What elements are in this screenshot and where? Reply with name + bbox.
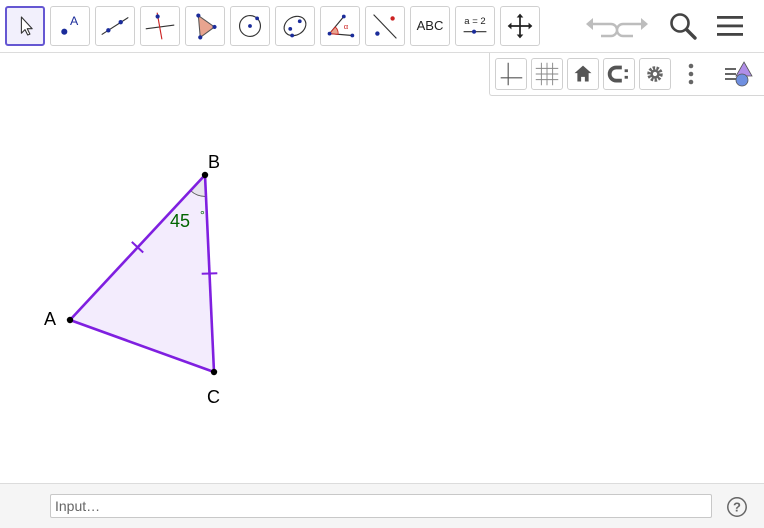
graphics-settings-button[interactable]	[639, 58, 671, 90]
undo-icon	[586, 18, 619, 38]
undo-button[interactable]	[581, 8, 619, 44]
toolbar: A α ABC a = 2	[0, 0, 764, 52]
construction-canvas[interactable]: A B C 45 °	[0, 53, 764, 483]
show-grid-button[interactable]	[531, 58, 563, 90]
standard-view-button[interactable]	[567, 58, 599, 90]
input-help-button[interactable]: ?	[726, 496, 748, 518]
menu-button[interactable]	[712, 8, 748, 44]
slider-tool-label: a = 2	[464, 16, 485, 27]
move-view-tool-button[interactable]	[500, 6, 540, 46]
svg-text:α: α	[344, 22, 349, 31]
segment-bc-tick	[201, 272, 218, 275]
redo-button[interactable]	[615, 8, 653, 44]
slider-icon: a = 2	[463, 16, 487, 34]
point-c-label: C	[207, 387, 220, 407]
point-b-label: B	[208, 152, 220, 172]
move-tool-button[interactable]	[5, 6, 45, 46]
search-button[interactable]	[665, 8, 701, 44]
polygon-tool-button[interactable]	[185, 6, 225, 46]
angle-unit-label: °	[200, 208, 205, 222]
arrow-cursor-icon	[20, 16, 33, 36]
point-b[interactable]	[201, 171, 209, 179]
axes-icon	[500, 62, 523, 86]
toggle-style-bar-button[interactable]	[722, 58, 760, 90]
more-options-button[interactable]	[675, 58, 707, 90]
triangle-fill[interactable]	[70, 175, 214, 372]
perpendicular-tool-button[interactable]	[140, 6, 180, 46]
line-tool-button[interactable]	[95, 6, 135, 46]
move-graphics-view-icon	[507, 13, 533, 39]
reflect-tool-button[interactable]	[365, 6, 405, 46]
point-a-label: A	[44, 309, 56, 329]
angle-value-label: 45	[170, 211, 190, 231]
redo-icon	[615, 18, 648, 38]
point-tool-label: A	[70, 14, 79, 28]
home-icon	[574, 65, 592, 82]
text-icon: ABC	[416, 18, 444, 33]
conic-tool-button[interactable]	[275, 6, 315, 46]
search-icon	[670, 13, 697, 40]
algebra-input-bar: ?	[0, 483, 764, 528]
point-capturing-button[interactable]	[603, 58, 635, 90]
point-tool-button[interactable]: A	[50, 6, 90, 46]
graphics-view[interactable]: A B C 45 °	[0, 53, 764, 483]
angle-icon: α	[327, 14, 355, 38]
menu-icon	[717, 16, 743, 36]
slider-tool-button[interactable]: a = 2	[455, 6, 495, 46]
more-vertical-icon	[688, 63, 694, 85]
toggle-stylebar-icon	[725, 61, 753, 87]
point-capturing-icon	[607, 65, 628, 83]
geogebra-app: A α ABC a = 2 A B C 45 ° Input… ?	[0, 0, 764, 528]
svg-text:?: ?	[733, 500, 741, 515]
show-axes-button[interactable]	[495, 58, 527, 90]
ellipse-icon	[283, 15, 307, 38]
graphics-style-bar	[489, 53, 764, 96]
point-icon: A	[61, 14, 79, 35]
polygon-icon	[196, 13, 217, 40]
line-through-points-icon	[101, 16, 129, 36]
gear-icon	[647, 66, 663, 82]
circle-tool-button[interactable]	[230, 6, 270, 46]
point-a[interactable]	[66, 316, 74, 324]
perpendicular-line-icon	[145, 12, 175, 40]
text-tool-button[interactable]: ABC	[410, 6, 450, 46]
algebra-input-field[interactable]	[50, 494, 712, 518]
angle-tool-button[interactable]: α	[320, 6, 360, 46]
grid-icon	[535, 62, 559, 86]
help-icon: ?	[727, 497, 747, 517]
reflect-about-line-icon	[373, 14, 397, 39]
circle-center-point-icon	[238, 14, 262, 38]
point-c[interactable]	[210, 368, 218, 376]
